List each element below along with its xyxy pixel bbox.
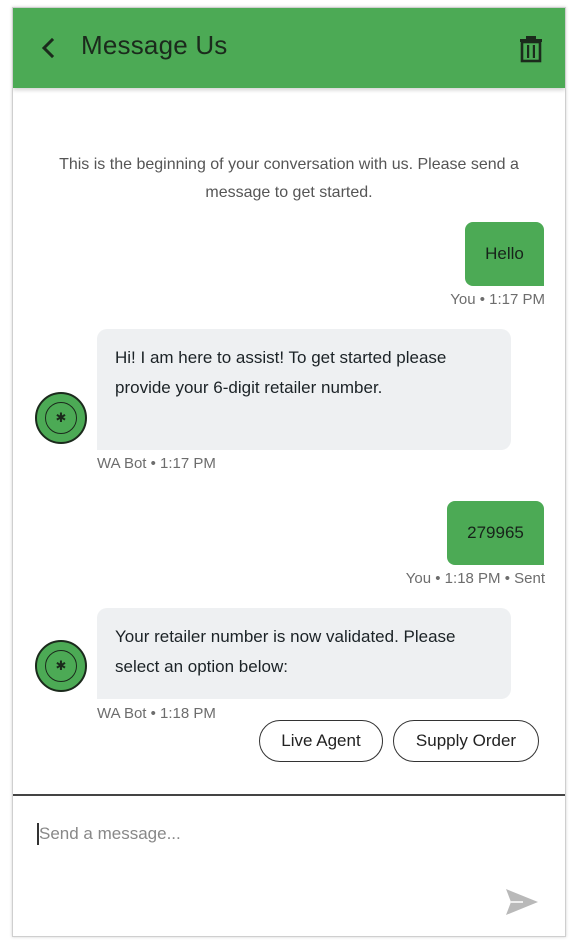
send-icon	[506, 889, 538, 915]
bot-avatar: ✱	[35, 392, 87, 444]
message-input[interactable]	[35, 816, 479, 852]
quick-reply-supply-order-button[interactable]: Supply Order	[393, 720, 539, 762]
conversation-start-notice: This is the beginning of your conversati…	[59, 156, 519, 201]
bot-logo-icon: ✱	[45, 650, 77, 682]
page-title: Message Us	[81, 30, 228, 60]
trash-icon	[520, 36, 542, 63]
delete-conversation-button[interactable]	[517, 33, 545, 63]
chevron-left-icon	[41, 37, 55, 59]
outgoing-message-bubble: Hello	[465, 222, 544, 286]
bot-avatar: ✱	[35, 640, 87, 692]
message-meta: WA Bot • 1:18 PM	[97, 705, 216, 722]
message-meta: You • 1:17 PM	[450, 291, 545, 308]
chat-header: Message Us	[13, 8, 565, 88]
message-meta: You • 1:18 PM • Sent	[405, 570, 545, 587]
bot-logo-icon: ✱	[45, 402, 77, 434]
outgoing-message-bubble: 279965	[447, 501, 544, 565]
back-button[interactable]	[35, 33, 63, 63]
text-caret	[37, 823, 39, 845]
send-button[interactable]	[503, 886, 541, 918]
incoming-message-bubble: Hi! I am here to assist! To get started …	[97, 329, 511, 450]
chat-window: Message Us This is the beginning of your…	[12, 7, 566, 937]
quick-reply-live-agent-button[interactable]: Live Agent	[259, 720, 383, 762]
composer-divider	[13, 794, 565, 796]
message-meta: WA Bot • 1:17 PM	[97, 455, 216, 472]
incoming-message-bubble: Your retailer number is now validated. P…	[97, 608, 511, 699]
